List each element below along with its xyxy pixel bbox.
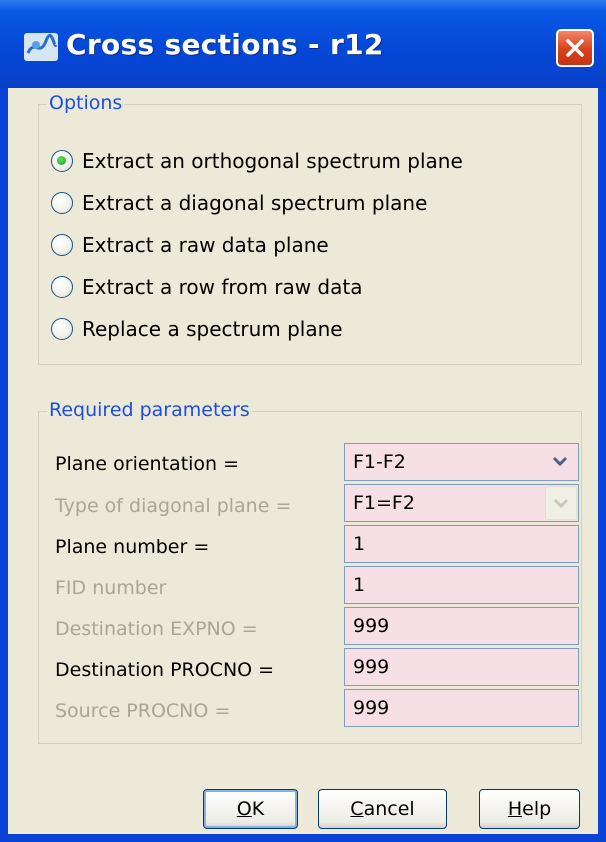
button-label-rest: K [251,798,265,820]
mnemonic-letter: C [350,798,364,820]
chevron-down-icon [552,456,568,467]
chevron-down-icon [553,498,569,509]
radio-button[interactable] [51,318,73,340]
radio-label: Extract a row from raw data [82,275,363,299]
dropdown-button[interactable] [545,445,577,479]
close-button[interactable] [556,29,594,67]
radio-button[interactable] [51,234,73,256]
title-bar[interactable]: Cross sections - r12 [0,0,606,88]
destination-procno-input[interactable]: 999 [344,648,579,686]
mnemonic-letter: H [507,798,523,820]
destination-expno-input: 999 [344,607,579,645]
param-label: FID number [55,577,167,599]
options-legend: Options [47,92,125,114]
help-button[interactable]: Help [479,789,580,829]
radio-button[interactable] [51,192,73,214]
fid-number-input: 1 [344,566,579,604]
radio-button[interactable] [51,150,73,172]
radio-raw-row[interactable]: Extract a row from raw data [51,273,362,301]
plane-number-input[interactable]: 1 [344,525,579,563]
button-label-rest: ancel [363,798,415,820]
radio-label: Replace a spectrum plane [82,317,343,341]
radio-button[interactable] [51,276,73,298]
radio-diagonal[interactable]: Extract a diagonal spectrum plane [51,189,427,217]
button-label-rest: elp [522,798,552,820]
param-label: Plane orientation = [55,453,240,475]
radio-label: Extract an orthogonal spectrum plane [82,149,463,173]
radio-raw-plane[interactable]: Extract a raw data plane [51,231,329,259]
ok-button[interactable]: OK [203,789,298,829]
dialog-client-area: Options Extract an orthogonal spectrum p… [8,88,598,834]
param-label: Destination EXPNO = [55,618,258,640]
dialog-window: Cross sections - r12 Options Extract an … [0,0,606,842]
required-parameters-group: Required parameters Plane orientation = … [38,399,582,744]
param-label: Destination PROCNO = [55,659,275,681]
param-label: Plane number = [55,536,210,558]
radio-replace[interactable]: Replace a spectrum plane [51,315,343,343]
param-label: Source PROCNO = [55,700,231,722]
options-group: Options Extract an orthogonal spectrum p… [38,92,582,365]
dropdown-button [545,486,577,520]
select-value: F1-F2 [353,451,406,473]
plane-orientation-select[interactable]: F1-F2 [344,443,579,481]
mnemonic-letter: O [236,798,252,820]
radio-orthogonal[interactable]: Extract an orthogonal spectrum plane [51,147,463,175]
param-label: Type of diagonal plane = [55,495,292,517]
diagonal-type-select: F1=F2 [344,484,579,522]
select-value: F1=F2 [353,492,415,514]
window-title: Cross sections - r12 [66,28,384,61]
radio-label: Extract a diagonal spectrum plane [82,191,428,215]
source-procno-input: 999 [344,689,579,727]
app-logo-icon [24,33,58,61]
radio-label: Extract a raw data plane [82,233,329,257]
cancel-button[interactable]: Cancel [318,789,447,829]
close-icon [566,39,584,57]
params-legend: Required parameters [47,399,252,421]
